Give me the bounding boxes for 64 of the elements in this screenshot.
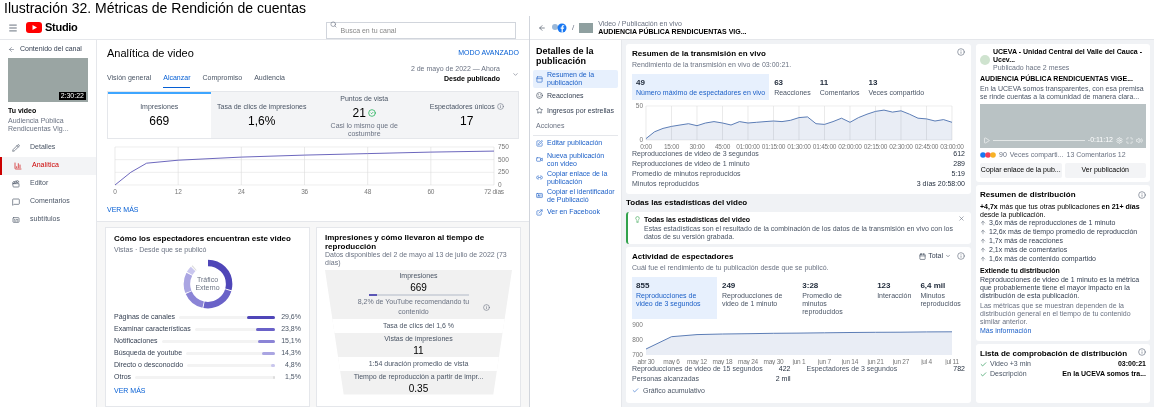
figure-caption: Ilustración 32. Métricas de Rendición de cuentas [3, 0, 307, 16]
check-icon [632, 387, 639, 395]
metric-value: 1,6% [248, 113, 276, 130]
lightbulb-icon [634, 216, 641, 224]
nav-icon [12, 197, 20, 206]
info-icon[interactable] [496, 103, 504, 111]
metric-value: 669 [149, 113, 170, 130]
play-icon[interactable] [983, 136, 990, 144]
caret-icon [512, 70, 519, 78]
card-title: Cómo los espectadores encuentran este video [114, 233, 292, 245]
arrow-up-icon [980, 256, 986, 262]
info-icon[interactable] [1138, 347, 1146, 356]
info-icon[interactable] [1138, 190, 1146, 199]
calendar-icon [919, 252, 927, 260]
card-title: Resumen de distribución [980, 188, 1076, 201]
card-title: Resumen de la transmisión en vivo [632, 48, 767, 60]
back-arrow-icon[interactable] [538, 23, 546, 32]
nav-icon [12, 143, 20, 152]
arrow-up-icon [980, 247, 986, 253]
logo-text: Studio [45, 20, 78, 36]
action-icon [536, 156, 543, 163]
sidebar-icon [536, 92, 543, 99]
action-icon [536, 192, 543, 199]
photo-placeholder [579, 22, 594, 33]
check-circle-icon [367, 109, 376, 117]
action-icon [536, 174, 543, 181]
caret-icon [945, 253, 951, 260]
info-icon[interactable] [483, 303, 490, 311]
card-title: Lista de comprobación de distribución [980, 347, 1128, 360]
close-icon[interactable] [958, 214, 965, 222]
sidebar-icon [536, 107, 543, 114]
arrow-up-icon [980, 220, 986, 226]
people-logo-icon [551, 22, 567, 33]
back-arrow-icon[interactable] [8, 45, 15, 53]
action-icon [536, 208, 543, 216]
arrow-up-icon [980, 238, 986, 244]
info-icon[interactable] [957, 252, 965, 261]
arrow-up-icon [980, 229, 986, 235]
metric-value: 21 [352, 105, 366, 122]
funnel-value: 11 [413, 344, 424, 356]
sidebar-icon [536, 75, 543, 83]
section-heading: Todas las estadísticas del video [626, 196, 749, 209]
page-avatar [980, 55, 990, 65]
card-title: Actividad de espectadores [632, 251, 735, 263]
nav-icon [12, 215, 20, 224]
funnel-value: 0.35 [408, 382, 429, 394]
donut-drawing [181, 257, 234, 310]
search-icon [329, 20, 337, 28]
metric-value: 17 [460, 113, 474, 130]
sidebar-title: Detalles de la publicación [535, 46, 595, 66]
card-title: Impresiones y cómo llevaron al tiempo de reproducción [325, 233, 486, 251]
breadcrumb-separator: / [572, 21, 575, 34]
settings-icon[interactable] [1116, 136, 1123, 144]
reaction-icons [980, 151, 996, 158]
play-logo-icon [26, 22, 42, 33]
nav-icon [12, 179, 20, 188]
funnel-value: 669 [410, 281, 427, 293]
fullscreen-icon[interactable] [1126, 136, 1133, 144]
info-icon[interactable] [957, 48, 965, 56]
menu-icon[interactable] [8, 22, 18, 33]
volume-icon[interactable] [1136, 136, 1143, 144]
page-title: Analítica de video [107, 46, 194, 61]
action-icon [536, 139, 543, 147]
nav-icon [14, 161, 22, 170]
